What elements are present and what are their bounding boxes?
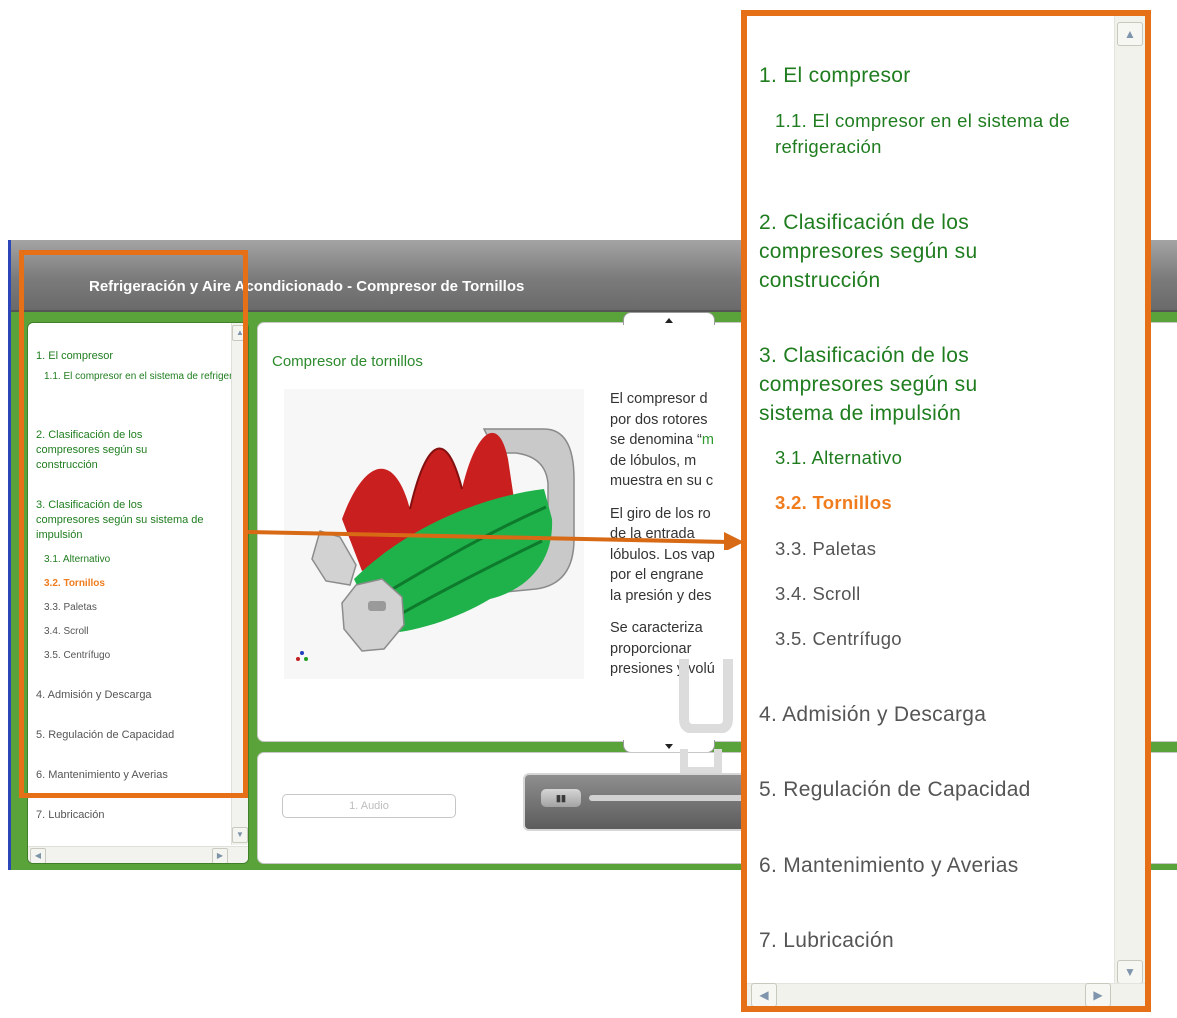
content-line: Se caracteriza bbox=[610, 620, 703, 636]
zoom-nav-item-clasificacion-construccion[interactable]: 2. Clasificación de los compresores segú… bbox=[759, 208, 1049, 295]
content-line: de lóbulos, m bbox=[610, 452, 697, 469]
zoom-nav-item-compresor-sistema[interactable]: 1.1. El compresor en el sistema de refri… bbox=[775, 108, 1105, 160]
content-line: la presión y des bbox=[610, 587, 712, 604]
scroll-right-icon[interactable]: ▶ bbox=[212, 848, 228, 863]
zoom-scroll-up-icon[interactable]: ▲ bbox=[1117, 22, 1143, 46]
pause-icon: ▮▮ bbox=[556, 793, 566, 803]
scroll-left-icon[interactable]: ◀ bbox=[30, 848, 46, 863]
sidebar-horizontal-scrollbar[interactable]: ◀ ▶ bbox=[28, 846, 248, 863]
caret-up-icon bbox=[665, 318, 673, 323]
zoom-nav-item-el-compresor[interactable]: 1. El compresor bbox=[759, 61, 911, 90]
zoom-nav-item-admision-descarga[interactable]: 4. Admisión y Descarga bbox=[759, 700, 986, 729]
content-line: El giro de los ro bbox=[610, 505, 711, 522]
content-line: por el engrane bbox=[610, 567, 704, 583]
zoom-scroll-right-icon[interactable]: ▶ bbox=[1085, 983, 1111, 1006]
content-title: Compresor de tornillos bbox=[272, 353, 423, 370]
zoom-nav-item-mantenimiento[interactable]: 6. Mantenimiento y Averias bbox=[759, 851, 1019, 880]
zoom-scroll-left-icon[interactable]: ◀ bbox=[751, 983, 777, 1006]
zoom-nav-item-lubricacion[interactable]: 7. Lubricación bbox=[759, 926, 894, 955]
content-scroll-up-tab[interactable] bbox=[623, 312, 715, 325]
zoom-nav-item-scroll[interactable]: 3.4. Scroll bbox=[775, 581, 861, 607]
zoom-nav-item-alternativo[interactable]: 3.1. Alternativo bbox=[775, 445, 902, 471]
scroll-down-icon[interactable]: ▼ bbox=[232, 827, 248, 843]
zoom-arrow-icon bbox=[248, 530, 744, 550]
pause-button[interactable]: ▮▮ bbox=[541, 789, 581, 807]
zoomed-sidebar-callout: 1. El compresor 1.1. El compresor en el … bbox=[741, 10, 1151, 1012]
zoom-nav-item-centrifugo[interactable]: 3.5. Centrífugo bbox=[775, 626, 902, 652]
zoom-scroll-down-icon[interactable]: ▼ bbox=[1117, 960, 1143, 984]
nav-item-lubricacion[interactable]: 7. Lubricación bbox=[36, 808, 105, 823]
content-line: El compresor d bbox=[610, 391, 708, 407]
audio-track-field[interactable]: 1. Audio bbox=[282, 794, 456, 818]
content-line: muestra en su c bbox=[610, 473, 714, 489]
zoom-vertical-scrollbar[interactable]: ▲ ▼ bbox=[1114, 16, 1145, 996]
zoom-nav-item-clasificacion-impulsion[interactable]: 3. Clasificación de los compresores segú… bbox=[759, 341, 1049, 428]
zoom-nav-item-tornillos[interactable]: 3.2. Tornillos bbox=[775, 490, 892, 516]
zoom-nav-item-regulacion-capacidad[interactable]: 5. Regulación de Capacidad bbox=[759, 775, 1031, 804]
content-line: por dos rotores bbox=[610, 411, 708, 428]
equipment-image-faded bbox=[679, 659, 733, 733]
content-highlight: m bbox=[701, 432, 714, 448]
zoom-horizontal-scrollbar[interactable]: ◀ ▶ bbox=[747, 983, 1145, 1006]
zoom-nav-item-paletas[interactable]: 3.3. Paletas bbox=[775, 536, 876, 562]
content-line: se denomina “ bbox=[610, 432, 702, 448]
sidebar-highlight-frame bbox=[19, 250, 248, 798]
audio-player: ▮▮ bbox=[523, 773, 769, 831]
